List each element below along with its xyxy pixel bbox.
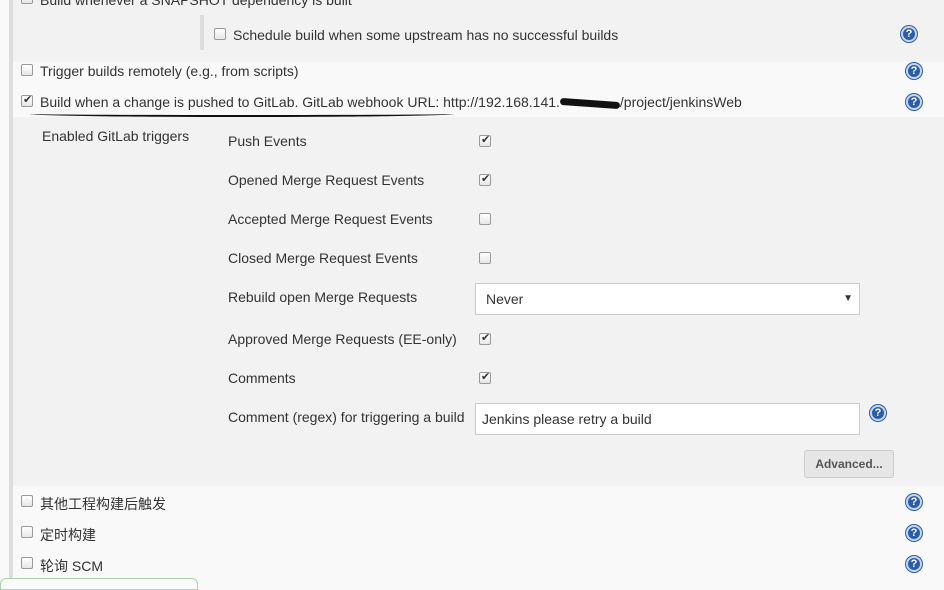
rebuild-mr-label: Rebuild open Merge Requests: [228, 289, 418, 305]
approved-mr-checkbox[interactable]: [479, 331, 491, 345]
help-icon[interactable]: ?: [906, 94, 922, 110]
comments-label: Comments: [228, 370, 296, 386]
bottom-tab[interactable]: [0, 578, 198, 590]
comments-checkbox[interactable]: [479, 370, 491, 384]
upstream-border: [200, 15, 204, 50]
closed-mr-label: Closed Merge Request Events: [228, 250, 418, 266]
rebuild-mr-select[interactable]: Never ▼: [475, 283, 860, 315]
enabled-gitlab-triggers-label: Enabled GitLab triggers: [42, 128, 190, 144]
snapshot-label: Build whenever a SNAPSHOT dependency is …: [40, 0, 352, 8]
trigger-remote-label: Trigger builds remotely (e.g., from scri…: [40, 63, 299, 79]
closed-mr-checkbox[interactable]: [479, 252, 491, 264]
push-events-label: Push Events: [228, 133, 307, 149]
redaction-scribble: [559, 97, 621, 109]
trigger-remote-checkbox[interactable]: [21, 64, 33, 76]
comment-regex-label: Comment (regex) for triggering a build: [228, 409, 465, 425]
gitlab-url-suffix: /project/jenkinsWeb: [619, 94, 742, 110]
snapshot-checkbox[interactable]: [21, 0, 33, 4]
help-icon[interactable]: ?: [906, 63, 922, 79]
comment-regex-input[interactable]: Jenkins please retry a build: [475, 403, 860, 435]
help-icon[interactable]: ?: [906, 556, 922, 572]
gitlab-trigger-checkbox[interactable]: [21, 93, 33, 107]
help-icon[interactable]: ?: [906, 494, 922, 510]
gitlab-trigger-label: Build when a change is pushed to GitLab.…: [40, 94, 742, 110]
accepted-mr-checkbox[interactable]: [479, 213, 491, 225]
poll-scm-label: 轮询 SCM: [40, 558, 103, 574]
dropdown-arrow-icon: ▼: [843, 293, 853, 304]
advanced-button[interactable]: Advanced...: [804, 450, 894, 478]
help-icon[interactable]: ?: [870, 405, 886, 421]
approved-mr-label: Approved Merge Requests (EE-only): [228, 331, 457, 347]
hand-drawn-underline: [30, 111, 454, 117]
opened-mr-label: Opened Merge Request Events: [228, 172, 425, 188]
schedule-upstream-label: Schedule build when some upstream has no…: [233, 27, 619, 43]
schedule-upstream-checkbox[interactable]: [214, 28, 226, 40]
help-icon[interactable]: ?: [906, 525, 922, 541]
accepted-mr-label: Accepted Merge Request Events: [228, 211, 433, 227]
push-events-checkbox[interactable]: [479, 133, 491, 147]
section-border: [9, 0, 13, 586]
periodic-build-label: 定时构建: [40, 527, 96, 543]
opened-mr-checkbox[interactable]: [479, 172, 491, 186]
other-projects-label: 其他工程构建后触发: [40, 496, 166, 512]
help-icon[interactable]: ?: [901, 26, 917, 42]
gitlab-url-prefix: Build when a change is pushed to GitLab.…: [40, 94, 560, 110]
poll-scm-checkbox[interactable]: [21, 557, 33, 569]
periodic-build-checkbox[interactable]: [21, 526, 33, 538]
rebuild-mr-value: Never: [486, 291, 524, 307]
other-projects-checkbox[interactable]: [21, 495, 33, 507]
